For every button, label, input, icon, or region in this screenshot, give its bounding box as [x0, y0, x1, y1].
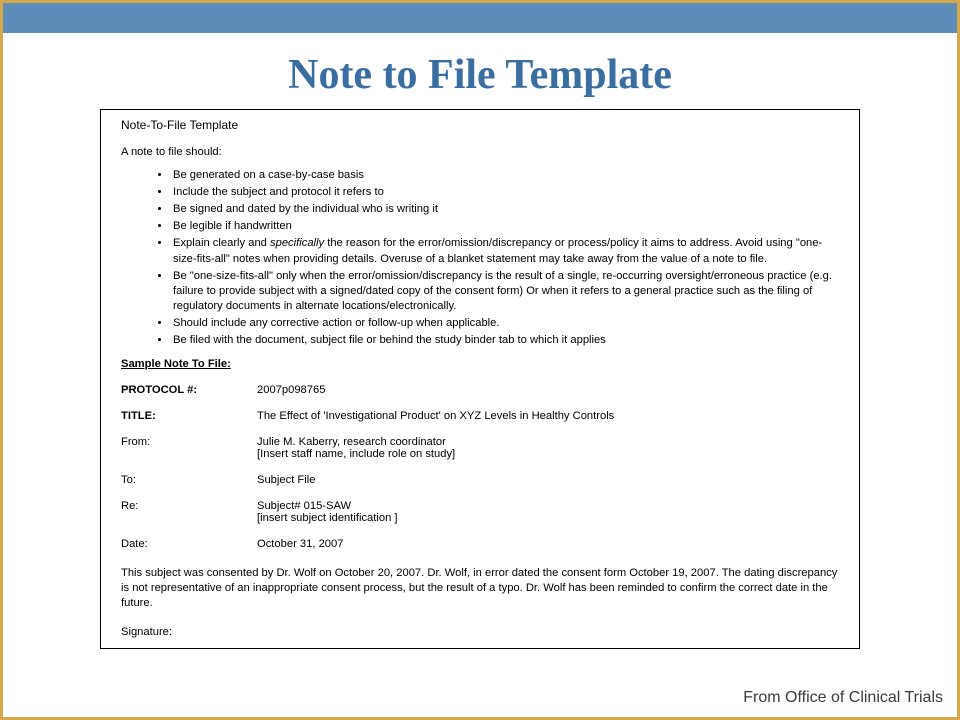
list-item-text-pre: Explain clearly and [173, 237, 270, 249]
list-item: Should include any corrective action or … [171, 316, 839, 331]
re-hint: [insert subject identification ] [257, 512, 839, 524]
field-re: Re: Subject# 015-SAW [insert subject ide… [121, 500, 839, 524]
list-item: Include the subject and protocol it refe… [171, 185, 839, 200]
field-date: Date: October 31, 2007 [121, 538, 839, 550]
field-value: The Effect of 'Investigational Product' … [257, 410, 839, 422]
field-label: From: [121, 436, 257, 460]
slide-title: Note to File Template [3, 51, 957, 99]
field-value: Julie M. Kaberry, research coordinator [… [257, 436, 839, 460]
field-label: TITLE: [121, 410, 257, 422]
field-value: Subject File [257, 474, 839, 486]
doc-heading: Note-To-File Template [121, 118, 839, 132]
top-band [3, 3, 957, 33]
field-label: Re: [121, 500, 257, 524]
signature-line: Signature: [121, 626, 839, 638]
list-item: Explain clearly and specifically the rea… [171, 236, 839, 266]
from-value-text: Julie M. Kaberry, research coordinator [257, 436, 446, 448]
document-frame: Note-To-File Template A note to file sho… [100, 109, 860, 649]
list-item: Be "one-size-fits-all" only when the err… [171, 269, 839, 314]
bullet-list: Be generated on a case-by-case basis Inc… [171, 168, 839, 348]
field-from: From: Julie M. Kaberry, research coordin… [121, 436, 839, 460]
field-protocol: PROTOCOL #: 2007p098765 [121, 384, 839, 396]
field-label: Date: [121, 538, 257, 550]
list-item: Be legible if handwritten [171, 219, 839, 234]
attribution-text: From Office of Clinical Trials [743, 689, 943, 707]
field-label: To: [121, 474, 257, 486]
body-paragraph: This subject was consented by Dr. Wolf o… [121, 566, 839, 611]
list-item: Be filed with the document, subject file… [171, 333, 839, 348]
from-hint: [Insert staff name, include role on stud… [257, 448, 839, 460]
slide-frame: Note to File Template Note-To-File Templ… [0, 0, 960, 720]
sample-title: Sample Note To File: [121, 358, 839, 370]
field-title: TITLE: The Effect of 'Investigational Pr… [121, 410, 839, 422]
field-label: PROTOCOL #: [121, 384, 257, 396]
re-value-text: Subject# 015-SAW [257, 500, 351, 512]
list-item: Be generated on a case-by-case basis [171, 168, 839, 183]
field-value: Subject# 015-SAW [insert subject identif… [257, 500, 839, 524]
field-value: 2007p098765 [257, 384, 839, 396]
field-to: To: Subject File [121, 474, 839, 486]
emphasized-word: specifically [270, 237, 324, 249]
field-value: October 31, 2007 [257, 538, 839, 550]
intro-text: A note to file should: [121, 146, 839, 158]
list-item: Be signed and dated by the individual wh… [171, 202, 839, 217]
